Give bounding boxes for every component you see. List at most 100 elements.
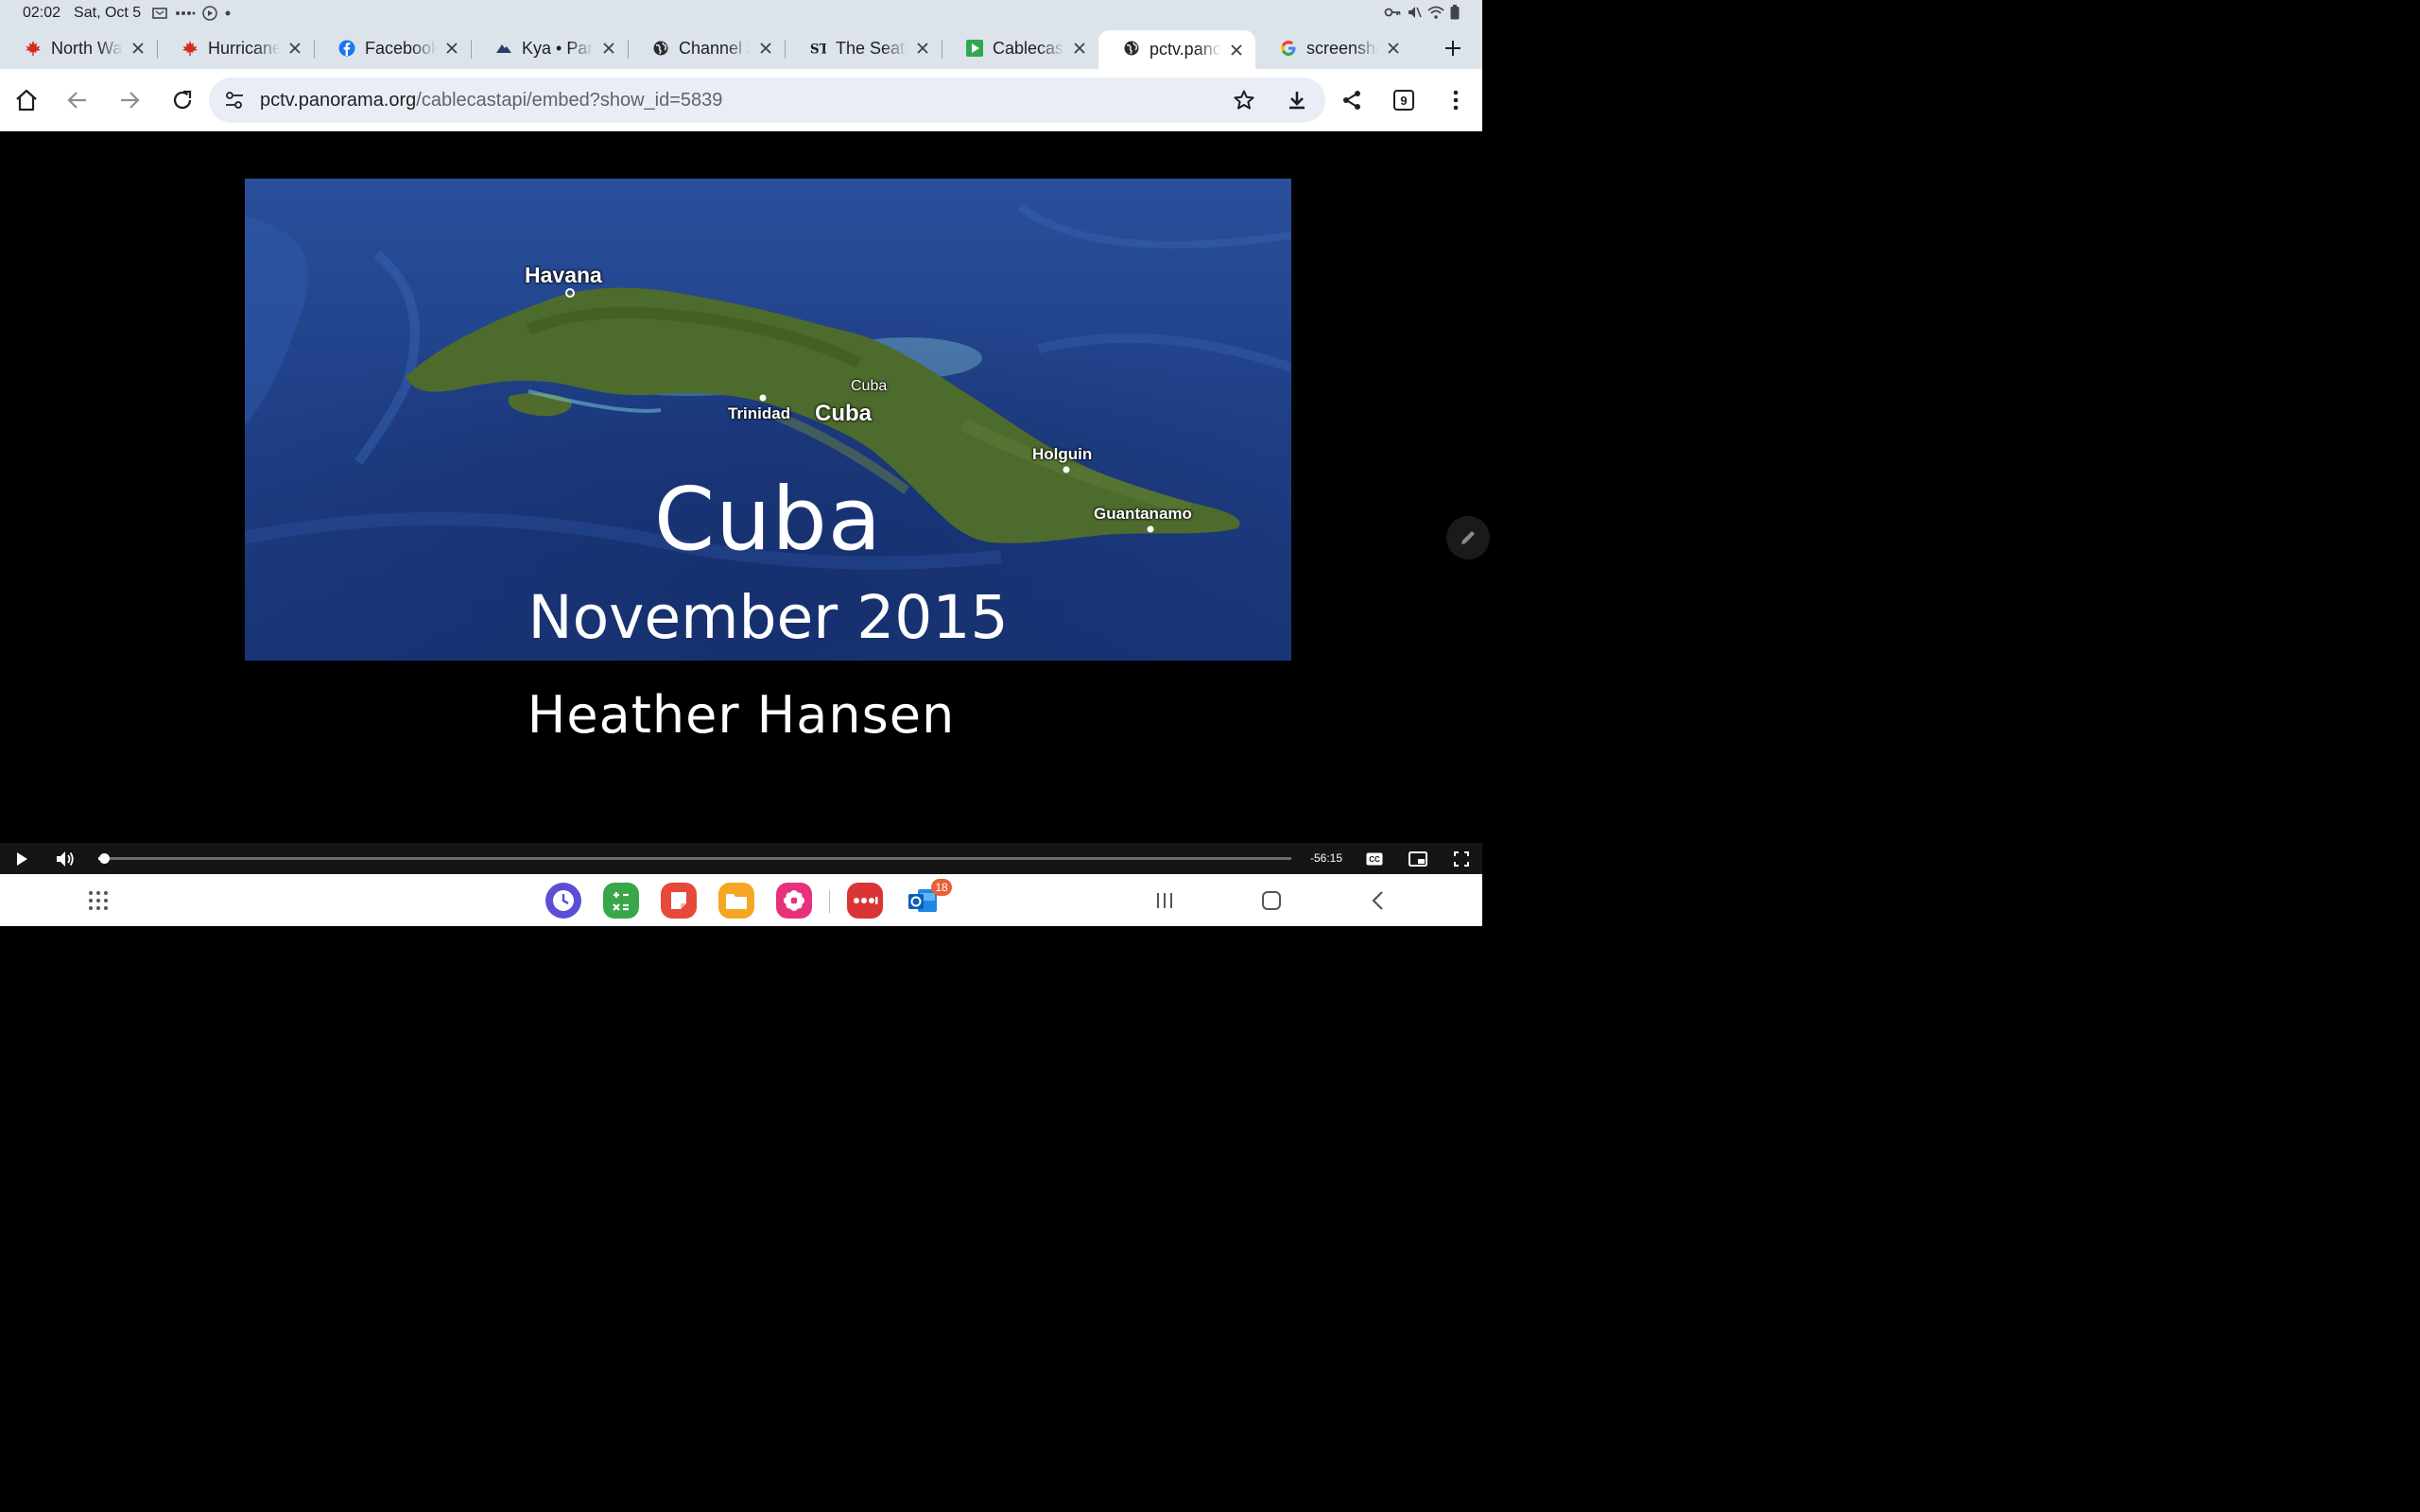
fullscreen-button[interactable]: [1451, 849, 1472, 869]
progress-knob[interactable]: [98, 853, 110, 864]
globe-icon: [652, 40, 669, 57]
more-dots-icon: [176, 11, 196, 15]
tab-separator: [785, 40, 786, 59]
tab-2[interactable]: Hurricane T: [157, 30, 314, 66]
close-tab-button[interactable]: [1070, 39, 1089, 58]
sync-icon: [202, 6, 217, 21]
tab-switcher-button[interactable]: 9: [1393, 90, 1414, 111]
video-player[interactable]: Havana Cuba Trinidad Cuba Holguin Guanta…: [0, 132, 1490, 874]
close-tab-button[interactable]: [1384, 39, 1403, 58]
tab-title: screenshot: [1306, 38, 1378, 59]
bookmark-button[interactable]: [1229, 85, 1259, 115]
svg-text:CC: CC: [1369, 855, 1380, 864]
close-tab-button[interactable]: [756, 39, 775, 58]
progress-bar[interactable]: [98, 853, 1291, 864]
globe-icon: [1123, 40, 1140, 57]
edit-pen-button[interactable]: [1446, 516, 1490, 559]
clock-app-icon[interactable]: [545, 883, 581, 919]
notes-app-icon[interactable]: [661, 883, 697, 919]
tab-separator: [314, 40, 315, 59]
tab-title: The Seattle: [836, 38, 908, 59]
menu-button[interactable]: [1439, 83, 1473, 117]
close-icon: [132, 43, 144, 54]
facebook-icon: [338, 40, 355, 57]
share-button[interactable]: [1335, 83, 1369, 117]
new-tab-button[interactable]: [1439, 34, 1467, 62]
files-app-icon[interactable]: [718, 883, 754, 919]
forward-button[interactable]: [112, 83, 147, 117]
url-path: /cablecastapi/embed?show_id=5839: [416, 89, 723, 111]
browser-toolbar: pctv.panorama.org/cablecastapi/embed?sho…: [0, 69, 1482, 131]
recents-icon: [1157, 893, 1172, 908]
download-icon: [1289, 92, 1305, 110]
tab-4[interactable]: Kya • Panor: [471, 30, 628, 66]
url-text: pctv.panorama.org/cablecastapi/embed?sho…: [260, 90, 722, 112]
close-tab-button[interactable]: [599, 39, 618, 58]
reload-button[interactable]: [165, 83, 199, 117]
tab-separator: [628, 40, 629, 59]
back-button[interactable]: [60, 83, 95, 117]
vpn-key-icon: [1384, 8, 1401, 17]
back-nav-button[interactable]: [1364, 886, 1392, 915]
calculator-app-icon[interactable]: [603, 883, 639, 919]
screen: 02:02 Sat, Oct 5 North Walla Hurricane T F…: [0, 0, 1490, 926]
tab-1[interactable]: North Walla: [0, 30, 157, 66]
close-icon: [603, 43, 614, 54]
close-tab-button[interactable]: [1227, 41, 1246, 60]
message-dots-icon: [854, 897, 878, 904]
wifi-icon: [1427, 6, 1444, 19]
tab-title: pctv.panora: [1150, 40, 1221, 60]
recent-apps-button[interactable]: [1150, 886, 1179, 915]
apps-grid-icon: [89, 891, 108, 910]
outlook-app-icon[interactable]: 18: [905, 879, 952, 919]
map-label-holguin: Holguin: [1032, 445, 1093, 463]
dock-separator: [829, 890, 830, 913]
close-tab-button[interactable]: [129, 39, 147, 58]
folder-icon: [726, 894, 747, 909]
mountain-icon: [495, 40, 512, 57]
slide-author: Heather Hansen: [527, 685, 956, 745]
outlook-unread-badge: 18: [931, 879, 952, 896]
close-tab-button[interactable]: [442, 39, 461, 58]
play-button[interactable]: [11, 849, 32, 869]
tab-7[interactable]: Cablecast: [942, 30, 1098, 66]
tab-3[interactable]: Facebook: [314, 30, 471, 66]
slide-subtitle: November 2015: [527, 583, 1009, 652]
picture-in-picture-button[interactable]: [1408, 849, 1428, 869]
battery-icon: [1450, 5, 1460, 20]
chevron-left-icon: [1372, 891, 1383, 910]
calculator-icon: [613, 892, 629, 911]
download-button[interactable]: [1282, 85, 1312, 115]
site-info-button[interactable]: [220, 86, 249, 114]
tab-8[interactable]: pctv.panora: [1098, 30, 1255, 69]
address-bar[interactable]: pctv.panorama.org/cablecastapi/embed?sho…: [209, 77, 1325, 123]
status-date: Sat, Oct 5: [74, 5, 142, 21]
cc-icon: CC: [1366, 852, 1383, 866]
close-tab-button[interactable]: [285, 39, 304, 58]
close-icon: [917, 43, 928, 54]
tab-6[interactable]: ST The Seattle: [785, 30, 942, 66]
status-notification-icons: [152, 5, 232, 22]
close-icon: [1231, 43, 1242, 56]
tab-title: North Walla: [51, 38, 123, 59]
star-icon: [1234, 90, 1254, 110]
captions-button[interactable]: CC: [1364, 849, 1385, 869]
status-time: 02:02: [23, 5, 61, 21]
tab-9[interactable]: screenshot: [1255, 30, 1412, 66]
browser-chrome-top: 02:02 Sat, Oct 5 North Walla Hurricane T F…: [0, 0, 1482, 69]
home-button[interactable]: [9, 83, 43, 117]
home-nav-button[interactable]: [1257, 886, 1286, 915]
tab-5[interactable]: Channel 37: [628, 30, 785, 66]
gallery-app-icon[interactable]: [776, 883, 812, 919]
map-label-havana: Havana: [525, 263, 602, 287]
tab-title: Channel 37: [679, 38, 751, 59]
close-tab-button[interactable]: [913, 39, 932, 58]
app-drawer-button[interactable]: [84, 886, 112, 915]
svg-text:ST: ST: [810, 42, 826, 57]
volume-button[interactable]: [55, 849, 76, 869]
play-icon: [17, 852, 27, 866]
player-controls: -56:15 CC: [0, 843, 1482, 874]
notes-icon: [671, 892, 686, 909]
messages-app-icon[interactable]: [847, 883, 883, 919]
cablecast-icon: [966, 40, 983, 57]
